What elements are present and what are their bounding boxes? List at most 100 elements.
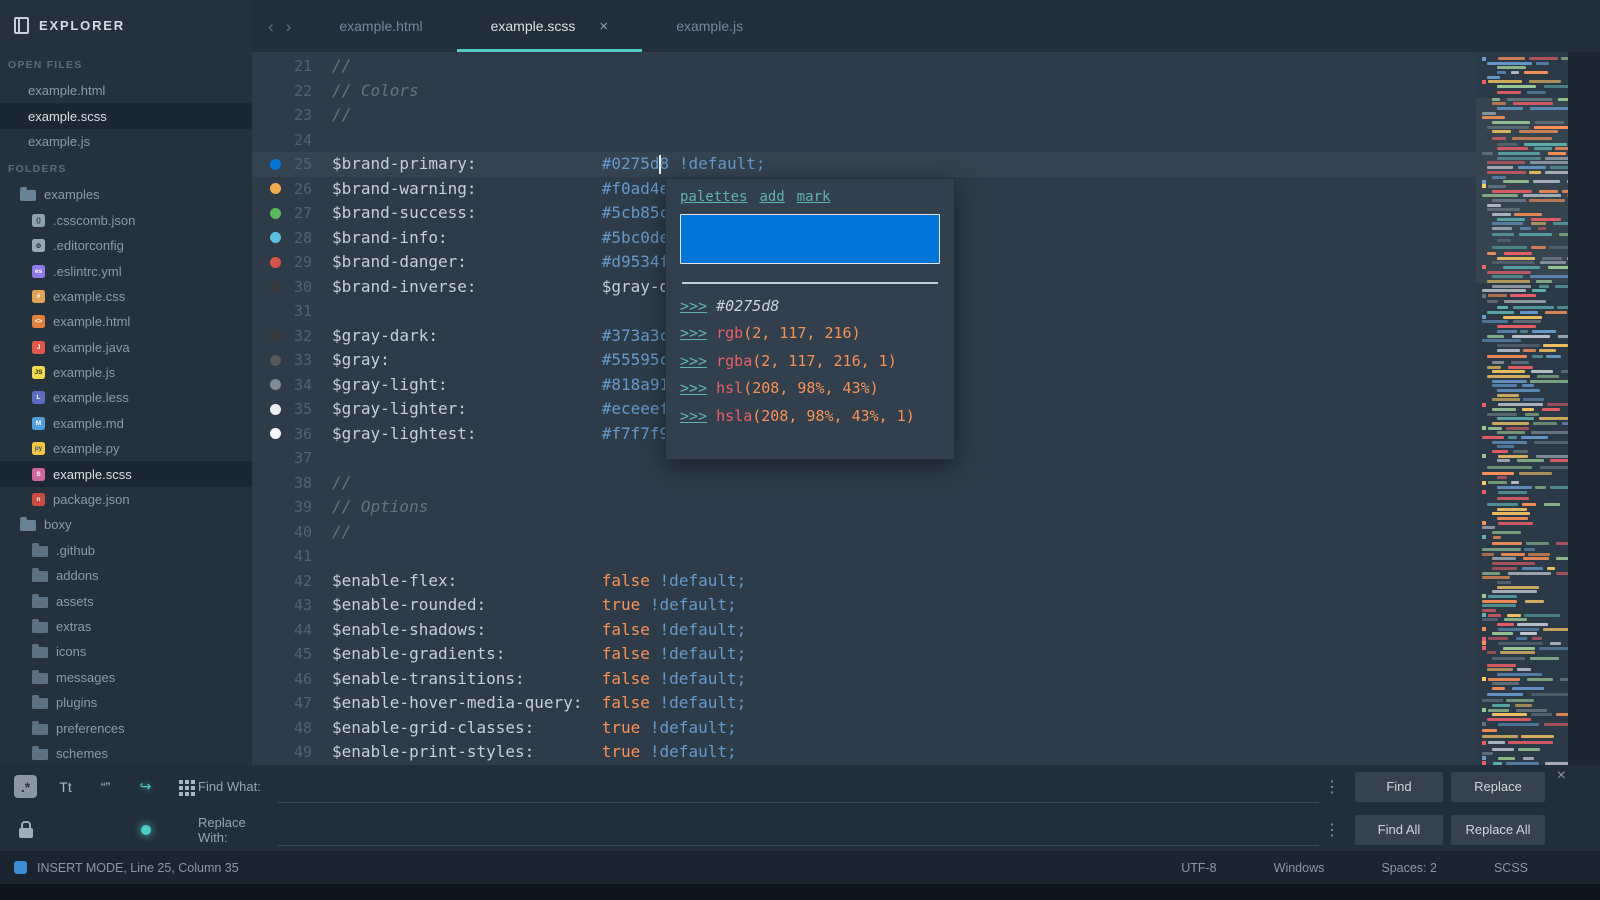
find-input[interactable]: [278, 775, 1319, 803]
line-number[interactable]: 46: [282, 667, 312, 692]
color-gutter-dot[interactable]: [270, 159, 281, 170]
insert-color-link[interactable]: >>>: [680, 379, 707, 397]
line-number[interactable]: 38: [282, 471, 312, 496]
line-number[interactable]: 23: [282, 103, 312, 128]
line-number[interactable]: 48: [282, 716, 312, 741]
color-gutter-dot[interactable]: [270, 281, 281, 292]
highlight-matches-icon[interactable]: [134, 818, 157, 841]
line-number[interactable]: 42: [282, 569, 312, 594]
folder-item[interactable]: boxy: [0, 512, 252, 537]
color-gutter-dot[interactable]: [270, 330, 281, 341]
line-number[interactable]: 39: [282, 495, 312, 520]
color-gutter-dot[interactable]: [270, 379, 281, 390]
folder-item[interactable]: messages: [0, 665, 252, 690]
file-item[interactable]: <>example.html: [0, 309, 252, 334]
code-line[interactable]: 45$enable-gradients: false !default;: [252, 642, 1476, 667]
line-number[interactable]: 49: [282, 740, 312, 765]
line-number[interactable]: 25: [282, 152, 312, 177]
open-file-item[interactable]: example.js: [0, 129, 252, 154]
tab-example.scss[interactable]: example.scss×: [457, 0, 643, 52]
file-item[interactable]: Mexample.md: [0, 411, 252, 436]
folder-item[interactable]: .github: [0, 538, 252, 563]
line-number[interactable]: 22: [282, 79, 312, 104]
line-number[interactable]: 30: [282, 275, 312, 300]
line-number[interactable]: 29: [282, 250, 312, 275]
wrap-icon[interactable]: ↪: [134, 775, 157, 798]
nav-forward-icon[interactable]: ›: [286, 18, 292, 35]
color-gutter-dot[interactable]: [270, 428, 281, 439]
folder-item[interactable]: addons: [0, 563, 252, 588]
color-gutter-dot[interactable]: [270, 183, 281, 194]
line-number[interactable]: 47: [282, 691, 312, 716]
folder-item[interactable]: schemes: [0, 741, 252, 765]
line-number[interactable]: 21: [282, 54, 312, 79]
syntax-status[interactable]: SCSS: [1494, 861, 1528, 875]
code-line[interactable]: 40//: [252, 520, 1476, 545]
color-gutter-dot[interactable]: [270, 208, 281, 219]
code-line[interactable]: 24: [252, 128, 1476, 153]
color-gutter-dot[interactable]: [270, 257, 281, 268]
encoding-status[interactable]: UTF-8: [1181, 861, 1216, 875]
line-number[interactable]: 37: [282, 446, 312, 471]
in-selection-icon[interactable]: [174, 775, 197, 798]
line-number[interactable]: 43: [282, 593, 312, 618]
line-number[interactable]: 41: [282, 544, 312, 569]
file-item[interactable]: #example.css: [0, 284, 252, 309]
line-number[interactable]: 26: [282, 177, 312, 202]
color-gutter-dot[interactable]: [270, 355, 281, 366]
code-line[interactable]: 25$brand-primary: #0275d8 !default;: [252, 152, 1476, 177]
color-gutter-dot[interactable]: [270, 232, 281, 243]
minimap[interactable]: [1476, 52, 1568, 765]
insert-color-link[interactable]: >>>: [680, 324, 707, 342]
line-number[interactable]: 33: [282, 348, 312, 373]
file-item[interactable]: Jexample.java: [0, 335, 252, 360]
tab-example.js[interactable]: example.js: [642, 0, 777, 52]
case-sensitive-icon[interactable]: Tt: [54, 775, 77, 798]
code-line[interactable]: 48$enable-grid-classes: true !default;: [252, 716, 1476, 741]
line-number[interactable]: 45: [282, 642, 312, 667]
open-file-item[interactable]: example.html: [0, 78, 252, 103]
find-button[interactable]: Find: [1355, 772, 1443, 802]
palettes-link[interactable]: palettes: [680, 189, 747, 205]
line-number[interactable]: 28: [282, 226, 312, 251]
color-gutter-dot[interactable]: [270, 404, 281, 415]
open-file-item[interactable]: example.scss: [0, 103, 252, 128]
line-number[interactable]: 40: [282, 520, 312, 545]
file-item[interactable]: npackage.json: [0, 487, 252, 512]
line-number[interactable]: 32: [282, 324, 312, 349]
color-swatch[interactable]: [680, 214, 940, 264]
file-item[interactable]: pyexample.py: [0, 436, 252, 461]
indent-status[interactable]: Spaces: 2: [1381, 861, 1437, 875]
insert-color-link[interactable]: >>>: [680, 352, 707, 370]
tab-close-icon[interactable]: ×: [599, 18, 608, 35]
folder-item[interactable]: preferences: [0, 715, 252, 740]
file-item[interactable]: Lexample.less: [0, 385, 252, 410]
insert-color-link[interactable]: >>>: [680, 297, 707, 315]
line-number[interactable]: 36: [282, 422, 312, 447]
find-overflow-icon[interactable]: ⋮: [1319, 777, 1345, 797]
preserve-case-icon[interactable]: [14, 818, 37, 841]
code-line[interactable]: 43$enable-rounded: true !default;: [252, 593, 1476, 618]
add-link[interactable]: add: [759, 189, 784, 205]
line-number[interactable]: 35: [282, 397, 312, 422]
replace-button[interactable]: Replace: [1451, 772, 1545, 802]
folder-item[interactable]: assets: [0, 588, 252, 613]
line-number[interactable]: 31: [282, 299, 312, 324]
folder-item[interactable]: extras: [0, 614, 252, 639]
replace-input[interactable]: [278, 818, 1319, 846]
nav-back-icon[interactable]: ‹: [268, 18, 274, 35]
code-line[interactable]: 39// Options: [252, 495, 1476, 520]
file-item[interactable]: JSexample.js: [0, 360, 252, 385]
code-line[interactable]: 44$enable-shadows: false !default;: [252, 618, 1476, 643]
insert-color-link[interactable]: >>>: [680, 407, 707, 425]
code-line[interactable]: 23//: [252, 103, 1476, 128]
file-item[interactable]: ⚙.editorconfig: [0, 233, 252, 258]
code-line[interactable]: 22// Colors: [252, 79, 1476, 104]
code-line[interactable]: 42$enable-flex: false !default;: [252, 569, 1476, 594]
whole-word-icon[interactable]: “”: [94, 775, 117, 798]
code-line[interactable]: 41: [252, 544, 1476, 569]
file-item[interactable]: Sexample.scss: [0, 461, 252, 486]
replace-all-button[interactable]: Replace All: [1451, 815, 1545, 845]
folder-item[interactable]: examples: [0, 182, 252, 207]
folder-item[interactable]: plugins: [0, 690, 252, 715]
